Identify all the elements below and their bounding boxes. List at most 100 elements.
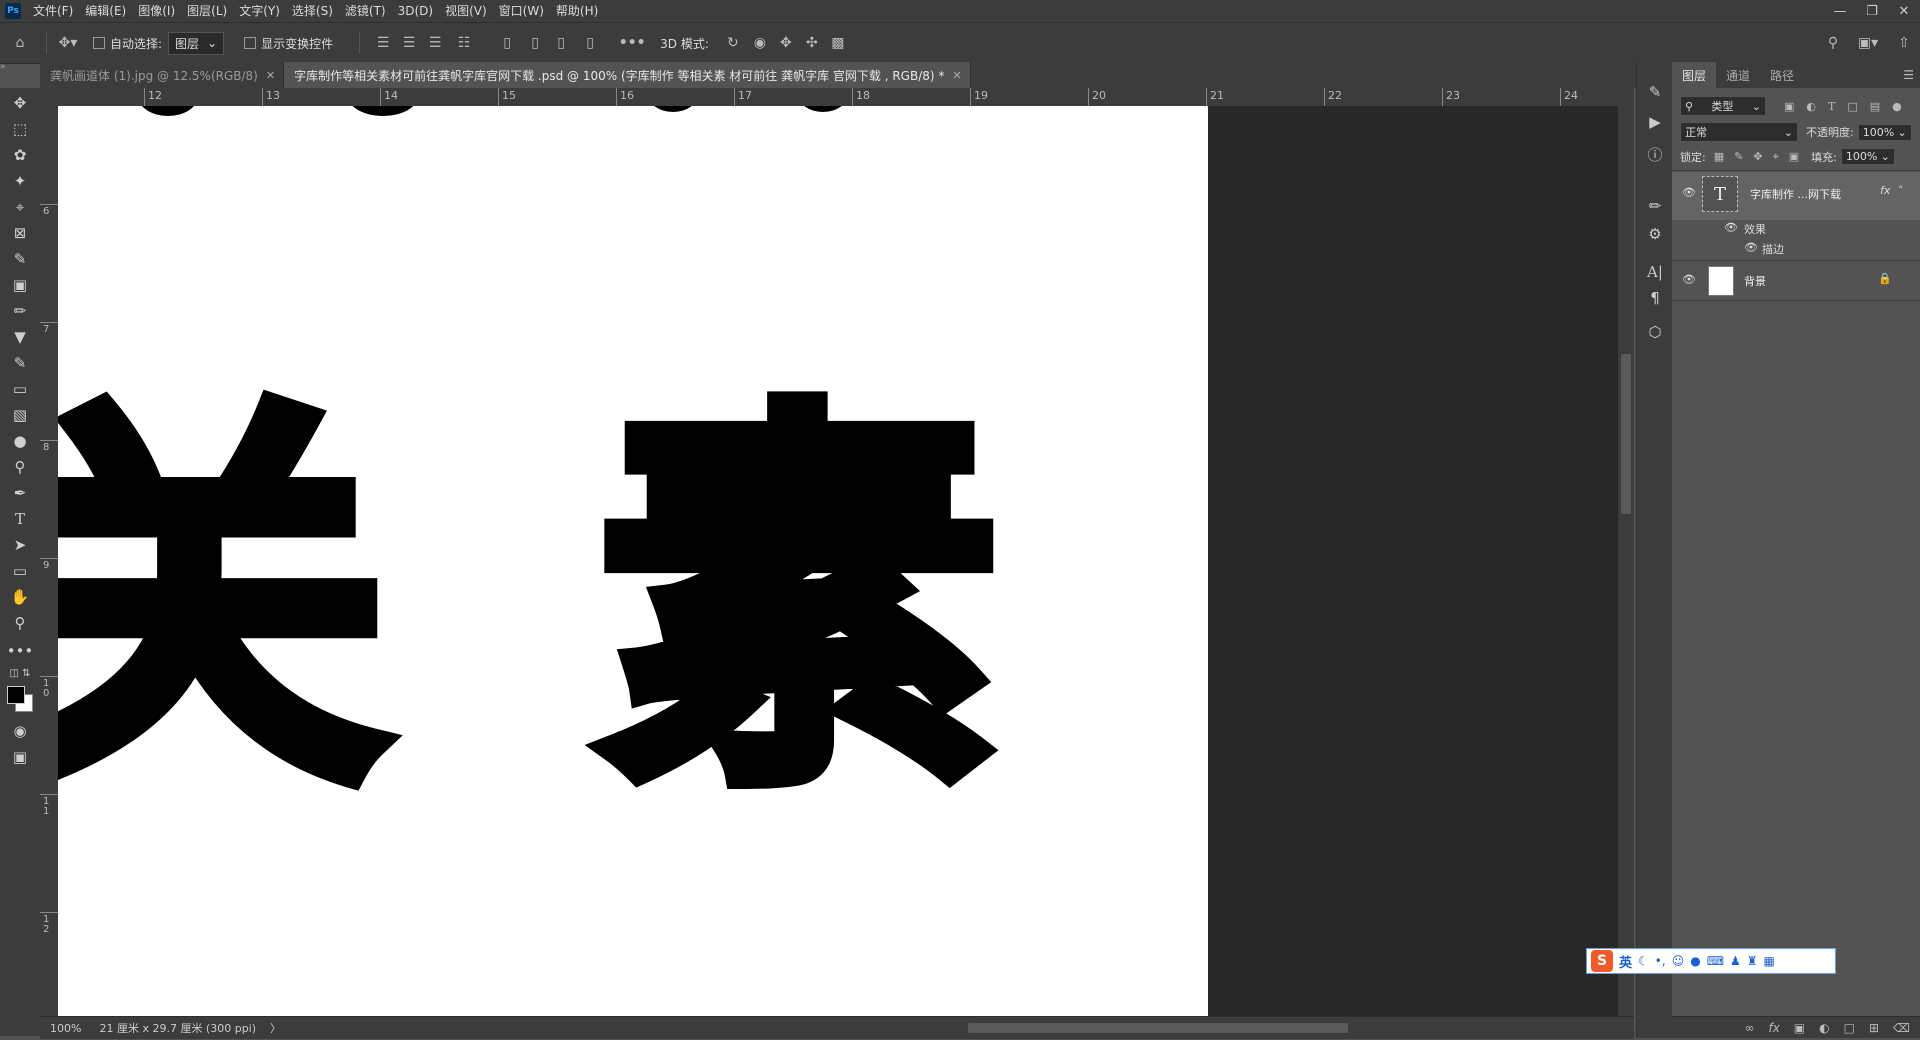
vertical-scrollbar[interactable]: [1618, 88, 1634, 1016]
opacity-input[interactable]: 100% ⌄: [1857, 123, 1912, 141]
filter-pixel-icon[interactable]: ▣: [1784, 100, 1794, 113]
type-tool-icon[interactable]: T: [8, 508, 32, 530]
menu-view[interactable]: 视图(V): [439, 0, 493, 22]
layer-stroke-row[interactable]: 👁 描边: [1672, 238, 1920, 258]
share-icon[interactable]: ⇧: [1888, 35, 1920, 51]
auto-select-dropdown[interactable]: 图层 ⌄: [168, 31, 225, 55]
rectangle-tool-icon[interactable]: ▭: [8, 560, 32, 582]
layer-name[interactable]: 字库制作 ...网下载: [1750, 186, 1841, 202]
tab-document-2[interactable]: 字库制作等相关素材可前往龚帆字库官网下载 .psd @ 100% (字库制作 等…: [284, 62, 971, 88]
lock-position-icon[interactable]: ✥: [1753, 150, 1762, 163]
search-icon[interactable]: ⚲: [1818, 35, 1848, 51]
align-top-icon[interactable]: ▯: [492, 35, 522, 51]
hand-tool-icon[interactable]: ✋: [8, 586, 32, 608]
delete-layer-icon[interactable]: ⌫: [1893, 1021, 1910, 1035]
status-menu-arrow[interactable]: 〉: [270, 1020, 281, 1036]
lock-image-icon[interactable]: ✎: [1734, 150, 1743, 163]
skin-icon[interactable]: ♜: [1747, 954, 1758, 968]
show-transform-checkbox[interactable]: [244, 37, 257, 49]
vertical-scroll-thumb[interactable]: [1621, 354, 1631, 514]
tab-document-1[interactable]: 龚帆画道体 (1).jpg @ 12.5%(RGB/8) ✕: [40, 62, 285, 88]
path-selection-tool-icon[interactable]: ➤: [8, 534, 32, 556]
filter-toggle-icon[interactable]: ●: [1892, 100, 1902, 113]
tab-layers[interactable]: 图层: [1672, 62, 1717, 88]
layer-row-background[interactable]: 👁 背景 🔒: [1672, 262, 1920, 300]
document-page[interactable]: ​ 关 素: [58, 106, 1208, 1016]
filter-type-icon[interactable]: T: [1828, 100, 1835, 113]
microphone-icon[interactable]: ●: [1690, 954, 1700, 968]
layer-row-text[interactable]: 👁 T 字库制作 ...网下载 fx ˄: [1672, 172, 1920, 220]
character-panel-icon[interactable]: A|: [1643, 260, 1667, 284]
workspace-icon[interactable]: ▣▾: [1848, 35, 1888, 51]
frame-tool-icon[interactable]: ⊠: [8, 222, 32, 244]
zoom-level[interactable]: 100%: [50, 1022, 81, 1035]
filter-smart-object-icon[interactable]: ▤: [1870, 100, 1880, 113]
roll-3d-icon[interactable]: ◉: [747, 35, 773, 51]
toolbox-icon[interactable]: ▦: [1764, 954, 1775, 968]
ime-language[interactable]: 英: [1619, 952, 1632, 971]
visibility-eye-icon[interactable]: 👁: [1682, 273, 1696, 286]
user-icon[interactable]: ♟: [1730, 954, 1741, 968]
clone-stamp-tool-icon[interactable]: ▼: [8, 326, 32, 348]
layer-filter-dropdown[interactable]: ⚲ 类型 ⌄: [1680, 96, 1766, 116]
align-right-icon[interactable]: ☰: [422, 35, 448, 51]
dodge-tool-icon[interactable]: ⚲: [8, 456, 32, 478]
menu-filter[interactable]: 滤镜(T): [339, 0, 392, 22]
tab-paths[interactable]: 路径: [1760, 62, 1804, 88]
eyedropper-tool-icon[interactable]: ✎: [8, 248, 32, 270]
info-panel-icon[interactable]: ⓘ: [1643, 142, 1667, 166]
new-layer-icon[interactable]: ⊞: [1869, 1021, 1879, 1035]
horizontal-scroll-thumb[interactable]: [968, 1023, 1348, 1033]
brushes-panel-icon[interactable]: ✏: [1643, 194, 1667, 218]
canvas-area[interactable]: ​ 关 素: [58, 106, 1624, 1016]
lasso-tool-icon[interactable]: ✿: [8, 144, 32, 166]
close-icon[interactable]: ✕: [1888, 0, 1920, 22]
collapse-effects-icon[interactable]: ˄: [1898, 184, 1904, 197]
history-panel-icon[interactable]: ✎: [1643, 80, 1667, 104]
minimize-icon[interactable]: —: [1824, 0, 1856, 22]
zoom-tool-icon[interactable]: ⚲: [8, 612, 32, 634]
healing-brush-tool-icon[interactable]: ▣: [8, 274, 32, 296]
filter-shape-icon[interactable]: □: [1847, 100, 1857, 113]
align-bottom-icon[interactable]: ▯: [548, 35, 574, 51]
brush-tool-icon[interactable]: ✏: [8, 300, 32, 322]
layer-effects-row[interactable]: 👁 效果: [1672, 218, 1920, 238]
menu-3d[interactable]: 3D(D): [392, 0, 439, 22]
menu-layer[interactable]: 图层(L): [181, 0, 233, 22]
tab-channels[interactable]: 通道: [1716, 62, 1760, 88]
visibility-eye-icon[interactable]: 👁: [1724, 221, 1738, 234]
move-tool-icon[interactable]: ✥▾: [53, 35, 83, 51]
home-icon[interactable]: ⌂: [0, 35, 40, 51]
align-middle-icon[interactable]: ▯: [522, 35, 548, 51]
screen-mode-icon[interactable]: ▣: [8, 746, 32, 768]
restore-icon[interactable]: ❐: [1856, 0, 1888, 22]
distribute-vertical-icon[interactable]: ▯: [574, 35, 606, 51]
menu-file[interactable]: 文件(F): [27, 0, 79, 22]
menu-help[interactable]: 帮助(H): [550, 0, 604, 22]
align-left-icon[interactable]: ☰: [370, 35, 396, 51]
distribute-icon[interactable]: ☷: [448, 35, 480, 51]
menu-image[interactable]: 图像(I): [132, 0, 181, 22]
close-icon[interactable]: ✕: [266, 69, 275, 82]
visibility-eye-icon[interactable]: 👁: [1682, 186, 1696, 199]
filter-adjustment-icon[interactable]: ◐: [1806, 100, 1816, 113]
layer-name[interactable]: 背景: [1744, 273, 1766, 289]
panel-menu-icon[interactable]: ☰: [1903, 68, 1914, 82]
paragraph-panel-icon[interactable]: ¶: [1643, 286, 1667, 310]
history-brush-tool-icon[interactable]: ✎: [8, 352, 32, 374]
lock-all-icon[interactable]: ▣: [1789, 150, 1799, 163]
actions-panel-icon[interactable]: ▶: [1643, 110, 1667, 134]
new-group-icon[interactable]: □: [1844, 1021, 1855, 1035]
quick-mask-icon[interactable]: ◉: [8, 720, 32, 742]
foreground-color-swatch[interactable]: [7, 686, 25, 704]
keyboard-icon[interactable]: ⌨: [1707, 954, 1724, 968]
crop-tool-icon[interactable]: ⌖: [8, 196, 32, 218]
pen-tool-icon[interactable]: ✒: [8, 482, 32, 504]
adjustments-panel-icon[interactable]: ⚙: [1643, 222, 1667, 246]
blur-tool-icon[interactable]: ●: [8, 430, 32, 452]
more-options-icon[interactable]: •••: [614, 35, 650, 51]
move-tool-icon[interactable]: ✥: [8, 92, 32, 114]
slide-3d-icon[interactable]: ✣: [799, 35, 825, 51]
align-center-icon[interactable]: ☰: [396, 35, 422, 51]
eraser-tool-icon[interactable]: ▭: [8, 378, 32, 400]
